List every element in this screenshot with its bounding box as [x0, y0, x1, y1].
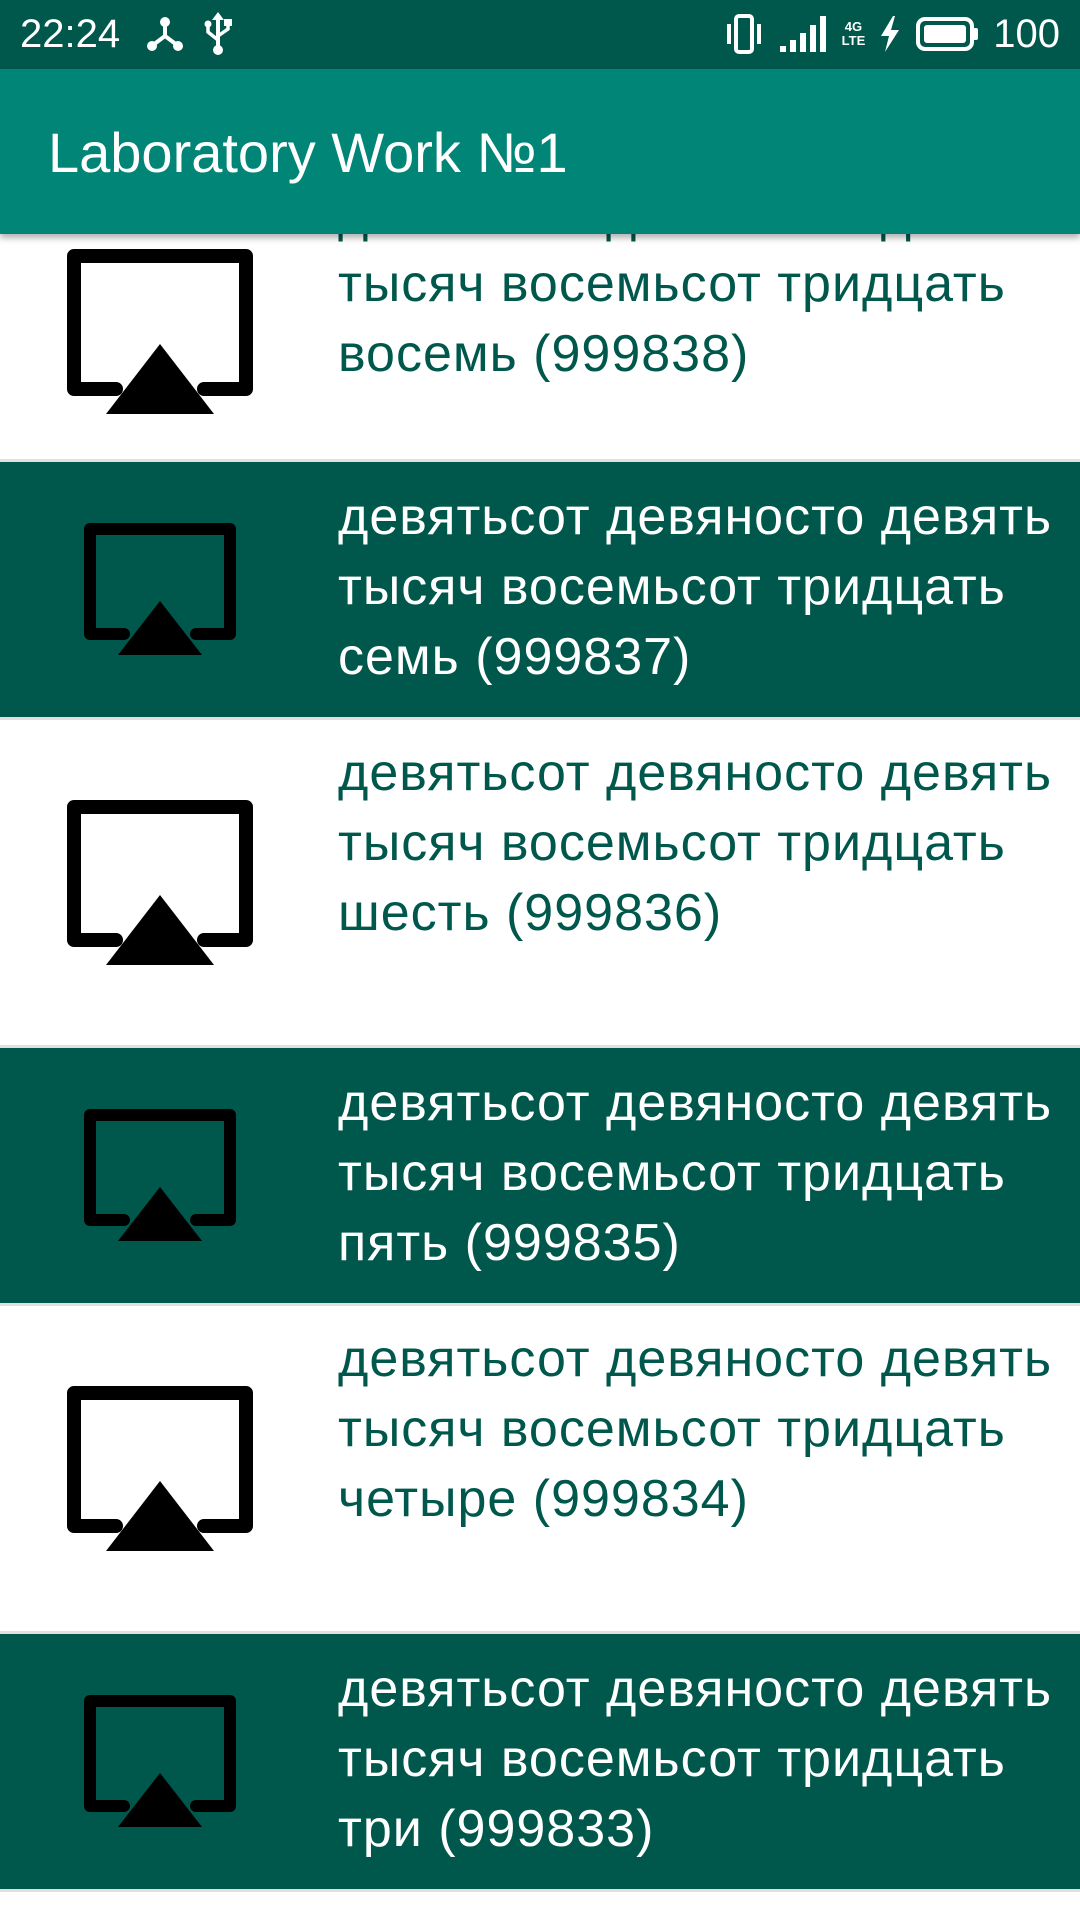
- cast-icon: [67, 800, 253, 965]
- network-4g-lte-icon: 4G LTE: [842, 20, 866, 48]
- cast-icon: [84, 1109, 236, 1241]
- battery-level: 100: [993, 12, 1060, 56]
- signal-icon: [779, 16, 826, 52]
- status-bar: 22:24 4G LTE 100: [0, 0, 1080, 69]
- screen: 22:24 4G LTE 100 Laboratory Work №1 тыся…: [0, 0, 1080, 1920]
- network-4g-label: 4G: [844, 19, 863, 34]
- status-time: 22:24: [20, 12, 121, 56]
- charging-icon: [881, 16, 900, 52]
- list-item[interactable]: девятьсот девяносто девять тысяч восемьс…: [0, 1048, 1080, 1306]
- battery-icon: [916, 17, 979, 51]
- list-item[interactable]: девятьсот девяносто девять тысяч восемьс…: [0, 1306, 1080, 1634]
- list-item[interactable]: девятьсот девяносто девять тысяч восемьс…: [0, 720, 1080, 1048]
- status-notification-icons: [145, 12, 233, 56]
- app-title: Laboratory Work №1: [48, 121, 568, 184]
- list-item[interactable]: девятьсот девяносто девять тысяч восемьс…: [0, 462, 1080, 720]
- list-item[interactable]: девятьсот девяносто девять тысяч восемьс…: [0, 234, 1080, 462]
- list-item-text: девятьсот девяносто девять тысяч восемьс…: [338, 1074, 1053, 1272]
- list-item[interactable]: девятьсот девяносто девять тысяч восемьс…: [0, 1634, 1080, 1892]
- list-item-text: девятьсот девяносто девять тысяч восемьс…: [338, 744, 1053, 942]
- network-lte-label: LTE: [841, 33, 866, 48]
- tethering-icon: [147, 17, 183, 51]
- list-item-text: девятьсот девяносто девять тысяч восемьс…: [338, 1660, 1053, 1858]
- usb-icon: [204, 12, 232, 55]
- list-item-text: девятьсот девяносто девять тысяч восемьс…: [338, 1330, 1053, 1528]
- cast-icon: [84, 1695, 236, 1827]
- app-bar: Laboratory Work №1: [0, 69, 1080, 234]
- number-list[interactable]: девятьсот девяносто девять тысяч восемьс…: [0, 234, 1080, 1920]
- cast-icon: [84, 523, 236, 655]
- status-system-icons: 4G LTE 100: [724, 10, 1060, 58]
- vibrate-icon: [726, 14, 761, 54]
- cast-icon: [67, 1386, 253, 1551]
- list-item-text: девятьсот девяносто девять тысяч восемьс…: [338, 488, 1053, 686]
- cast-icon: [67, 249, 253, 414]
- number-list-content: девятьсот девяносто девять тысяч восемьс…: [0, 234, 1080, 1892]
- list-item-text: девятьсот девяносто девять тысяч восемьс…: [338, 234, 1051, 383]
